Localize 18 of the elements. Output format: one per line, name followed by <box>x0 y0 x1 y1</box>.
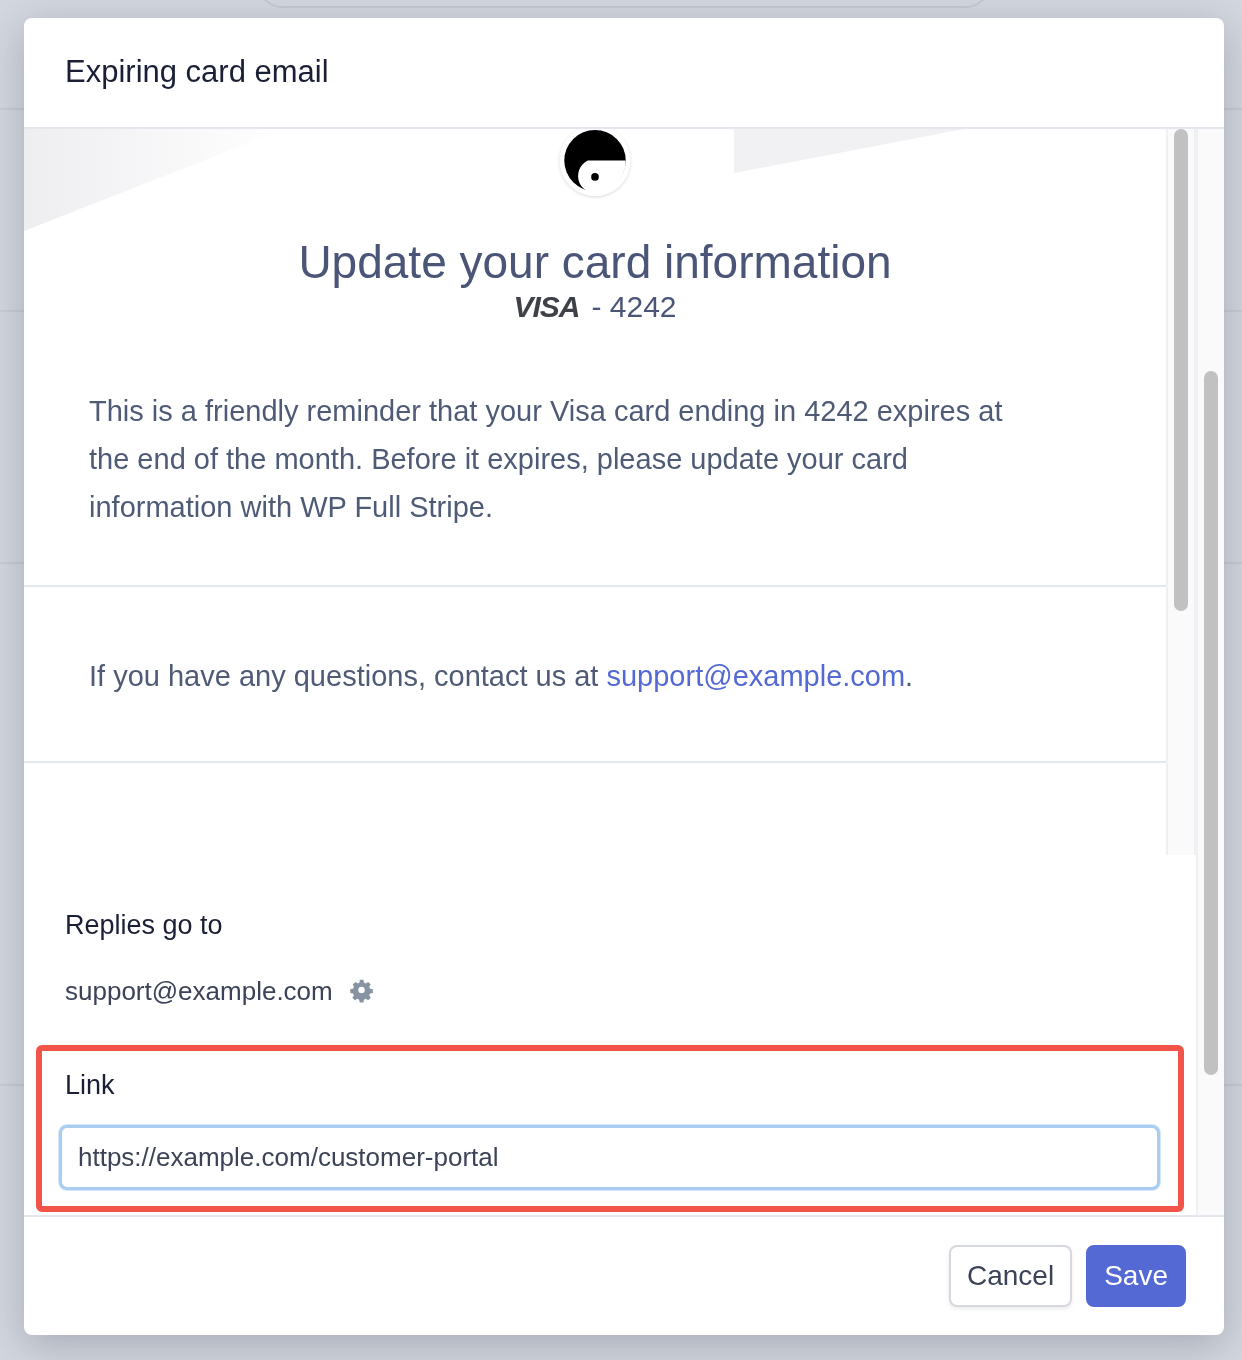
settings-icon[interactable] <box>348 978 375 1004</box>
field-label: Replies go to <box>65 909 224 942</box>
email-heading: Update your card information <box>297 235 893 290</box>
contact-sentence: If you have any questions, contact us at support@example.com. <box>88 659 915 695</box>
dialog-scrollbar[interactable] <box>1196 129 1224 1215</box>
scroll-thumb[interactable] <box>1174 129 1188 611</box>
save-button[interactable]: Save <box>1086 1245 1186 1307</box>
email-message: This is a friendly reminder that your Visa card ending in 4242 expires at the end of the month. Before it expires, please update your card information with WP Full Stripe. <box>88 394 1004 526</box>
link-input-field[interactable]: https://example.com/customer-portal <box>59 1125 1160 1190</box>
support-email-link[interactable]: support@example.com <box>606 660 906 693</box>
scroll-thumb[interactable] <box>1204 371 1218 1075</box>
card-brand-logo: VISA <box>513 290 580 324</box>
cancel-button[interactable]: Cancel <box>949 1245 1073 1307</box>
dialog-title: Expiring card email <box>65 53 329 92</box>
card-number: - 4242 <box>591 290 677 324</box>
preview-scrollbar[interactable] <box>1166 129 1196 855</box>
field-label: Link <box>65 1068 116 1102</box>
reply-email: support@example.com <box>65 974 333 1008</box>
